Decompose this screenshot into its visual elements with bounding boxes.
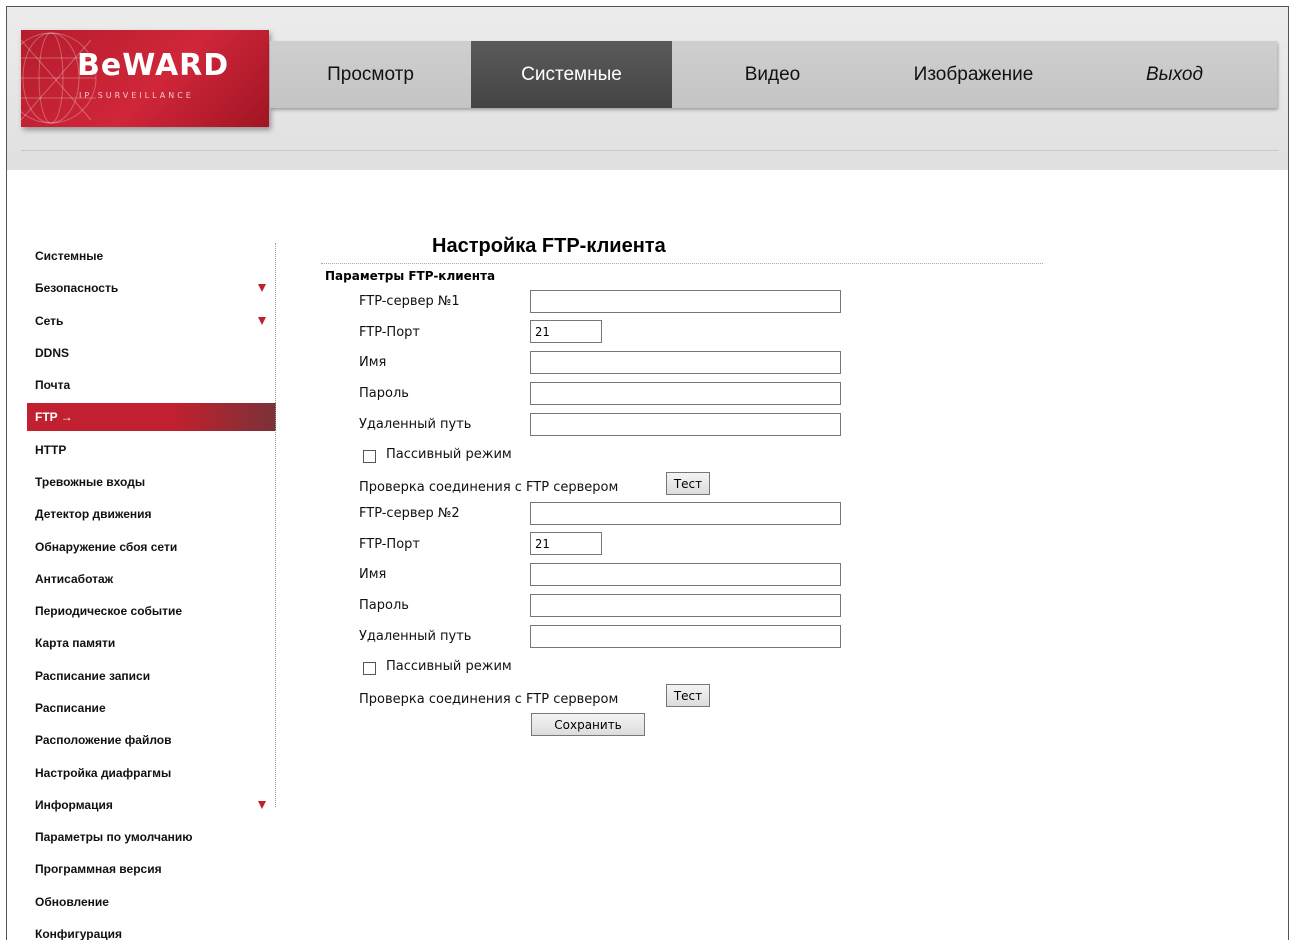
sidebar-item-label: Периодическое событие [35,604,183,619]
sidebar-item-periodic-event[interactable]: Периодическое событие [27,595,276,627]
logo-tagline: IP SURVEILLANCE [79,91,194,100]
browser-page: BeWARD IP SURVEILLANCE Просмотр Системны… [6,6,1289,940]
nav-view[interactable]: Просмотр [270,41,471,108]
sidebar-item-label: Почта [35,378,71,393]
sidebar-item-security[interactable]: Безопасность [27,272,276,304]
sidebar-item-file-location[interactable]: Расположение файлов [27,724,276,756]
logo[interactable]: BeWARD IP SURVEILLANCE [21,30,269,127]
ftp-port-1-input[interactable] [530,320,602,343]
sidebar-item-http[interactable]: HTTP [27,433,276,465]
passive-mode-1-checkbox[interactable] [363,450,376,463]
sidebar-item-iris-setup[interactable]: Настройка диафрагмы [27,756,276,788]
sidebar-item-record-schedule[interactable]: Расписание записи [27,660,276,692]
nav-system[interactable]: Системные [471,41,672,108]
ftp-path-2-label: Удаленный путь [359,629,472,644]
connection-test-2-label: Проверка соединения с FTP сервером [359,692,619,707]
ftp-name-2-input[interactable] [530,563,841,586]
save-button[interactable]: Сохранить [531,713,645,736]
sidebar-item-label: Программная версия [35,862,162,877]
sidebar-item-label: FTP → [35,410,73,425]
nav-video[interactable]: Видео [672,41,873,108]
sidebar: Системные Безопасность Сеть DDNS Почта F… [27,240,276,940]
section-heading: Параметры FTP-клиента [325,269,496,283]
ftp-path-1-input[interactable] [530,413,841,436]
ftp-port-2-label: FTP-Порт [359,537,420,552]
expand-arrow-icon[interactable] [258,316,266,325]
sidebar-item-firmware-version[interactable]: Программная версия [27,853,276,885]
ftp-path-1-label: Удаленный путь [359,417,472,432]
sidebar-item-label: Расположение файлов [35,733,172,748]
sidebar-item-label: Расписание записи [35,668,151,683]
ftp-password-2-label: Пароль [359,598,409,613]
sidebar-item-label: Сеть [35,313,64,328]
sidebar-item-memory-card[interactable]: Карта памяти [27,627,276,659]
ftp-password-2-input[interactable] [530,594,841,617]
connection-test-1-label: Проверка соединения с FTP сервером [359,480,619,495]
passive-mode-1-label: Пассивный режим [386,447,512,462]
sidebar-item-label: DDNS [35,346,70,361]
ftp-port-1-label: FTP-Порт [359,325,420,340]
test-1-button[interactable]: Тест [666,472,710,495]
nav-logout[interactable]: Выход [1074,41,1275,108]
ftp-name-1-label: Имя [359,355,387,370]
sidebar-item-label: Карта памяти [35,636,116,651]
test-2-button[interactable]: Тест [666,684,710,707]
expand-arrow-icon[interactable] [258,800,266,809]
sidebar-item-label: Информация [35,797,113,812]
ftp-password-1-input[interactable] [530,382,841,405]
ftp-name-2-label: Имя [359,567,387,582]
sidebar-divider [275,243,276,807]
sidebar-item-label: Обновление [35,894,109,909]
sidebar-item-label: Расписание [35,701,106,715]
nav-image[interactable]: Изображение [873,41,1074,108]
main-nav: Просмотр Системные Видео Изображение Вых… [270,41,1277,108]
header-divider [21,150,1279,151]
header: BeWARD IP SURVEILLANCE Просмотр Системны… [7,7,1288,170]
sidebar-item-label: Детектор движения [35,507,152,522]
ftp-server-2-label: FTP-сервер №2 [359,506,460,521]
sidebar-item-schedule[interactable]: Расписание [27,692,276,724]
sidebar-item-label: Обнаружение сбоя сети [35,539,178,554]
logo-brand: BeWARD [77,48,230,83]
passive-mode-2-label: Пассивный режим [386,659,512,674]
sidebar-item-label: HTTP [35,442,67,457]
title-divider [321,263,1043,264]
sidebar-item-network-failure[interactable]: Обнаружение сбоя сети [27,530,276,562]
ftp-server-2-input[interactable] [530,502,841,525]
sidebar-item-label: Безопасность [35,281,119,296]
sidebar-item-ftp[interactable]: FTP → [27,403,276,432]
ftp-path-2-input[interactable] [530,625,841,648]
sidebar-item-label: Антисаботаж [35,571,114,586]
sidebar-item-label: Настройка диафрагмы [35,765,172,780]
ftp-password-1-label: Пароль [359,386,409,401]
sidebar-item-update[interactable]: Обновление [27,886,276,918]
sidebar-item-motion-detector[interactable]: Детектор движения [27,498,276,530]
sidebar-item-information[interactable]: Информация [27,789,276,821]
sidebar-item-ddns[interactable]: DDNS [27,337,276,369]
sidebar-item-configuration[interactable]: Конфигурация [27,918,276,940]
sidebar-item-network[interactable]: Сеть [27,305,276,337]
sidebar-item-label: Параметры по умолчанию [35,830,193,845]
expand-arrow-icon[interactable] [258,284,266,293]
page-title: Настройка FTP-клиента [432,235,666,257]
passive-mode-2-checkbox[interactable] [363,662,376,675]
sidebar-item-defaults[interactable]: Параметры по умолчанию [27,821,276,853]
sidebar-item-alarm-inputs[interactable]: Тревожные входы [27,466,276,498]
ftp-server-1-label: FTP-сервер №1 [359,294,460,309]
sidebar-item-label: Конфигурация [35,927,123,940]
ftp-server-1-input[interactable] [530,290,841,313]
ftp-name-1-input[interactable] [530,351,841,374]
sidebar-item-label: Тревожные входы [35,474,146,489]
sidebar-item-system[interactable]: Системные [27,240,276,272]
sidebar-item-label: Системные [35,249,104,264]
sidebar-item-tamper[interactable]: Антисаботаж [27,563,276,595]
ftp-port-2-input[interactable] [530,532,602,555]
sidebar-item-mail[interactable]: Почта [27,369,276,401]
